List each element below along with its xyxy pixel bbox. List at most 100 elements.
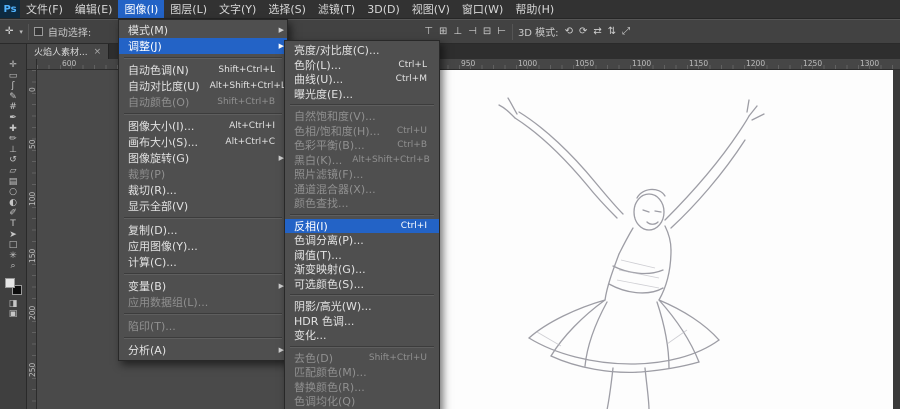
menu-item-trim[interactable]: 裁切(R)... [119, 182, 287, 198]
menu-item-image-size[interactable]: 图像大小(I)... Alt+Ctrl+I [119, 118, 287, 134]
tool-history-brush[interactable]: ↺ [2, 155, 24, 166]
tool-crop[interactable]: # [2, 102, 24, 113]
menu-item-photo-filter: 照片滤镜(F)... [285, 167, 439, 182]
close-icon[interactable]: × [94, 47, 102, 57]
align-right-edges-icon[interactable]: ⊢ [496, 26, 507, 38]
menu-item-invert[interactable]: 反相(I) Ctrl+I [285, 218, 439, 233]
color-swatches[interactable] [4, 277, 22, 295]
menu-item-match-color: 匹配颜色(M)... [285, 365, 439, 380]
tool-quick-selection[interactable]: ✎ [2, 92, 24, 103]
menu-item-hdr-toning[interactable]: HDR 色调... [285, 314, 439, 329]
menu-item-levels[interactable]: 色阶(L)... Ctrl+L [285, 58, 439, 73]
ruler-corner [27, 59, 37, 70]
document-canvas[interactable] [387, 70, 893, 409]
tool-screen-mode[interactable]: ▣ [2, 309, 24, 320]
menu-item-image-rotation[interactable]: 图像旋转(G) ▶ [119, 150, 287, 166]
tool-rectangular-marquee[interactable]: ▭ [2, 71, 24, 82]
menu-item-color-balance: 色彩平衡(B)... Ctrl+B [285, 138, 439, 153]
menu-item-label: 曝光度(E)... [294, 87, 354, 101]
tool-gradient[interactable]: ▤ [2, 177, 24, 188]
tool-hand[interactable]: ✳ [2, 251, 24, 262]
ruler-label: 1250 [803, 59, 823, 68]
tool-move[interactable]: ✛ [2, 60, 24, 71]
menu-item-variables[interactable]: 变量(B) ▶ [119, 278, 287, 294]
align-left-edges-icon[interactable]: ⊣ [467, 26, 478, 38]
menu-item-label: 计算(C)... [128, 256, 177, 269]
menubar-item-file[interactable]: 文件(F) [20, 0, 69, 18]
tool-pen[interactable]: ✐ [2, 208, 24, 219]
menu-item-auto-tone[interactable]: 自动色调(N) Shift+Ctrl+L [119, 62, 287, 78]
document-tab[interactable]: 火焰人素材... × [27, 44, 110, 59]
align-vertical-centers-icon[interactable]: ⊞ [438, 26, 448, 38]
menubar-item-layer[interactable]: 图层(L) [164, 0, 213, 18]
menu-item-curves[interactable]: 曲线(U)... Ctrl+M [285, 72, 439, 87]
menubar: Ps 文件(F) 编辑(E) 图像(I) 图层(L) 文字(Y) 选择(S) 滤镜(T) 3D… [0, 0, 900, 19]
menubar-item-help[interactable]: 帮助(H) [509, 0, 560, 18]
menu-item-selective-color[interactable]: 可选颜色(S)... [285, 277, 439, 292]
tool-zoom[interactable]: ⌕ [2, 261, 24, 272]
menu-item-analysis[interactable]: 分析(A) ▶ [119, 342, 287, 358]
menu-item-shortcut: Ctrl+B [397, 140, 427, 151]
tool-blur[interactable]: ○ [2, 187, 24, 198]
menubar-item-edit[interactable]: 编辑(E) [69, 0, 119, 18]
auto-select-checkbox[interactable] [33, 27, 43, 36]
menu-item-auto-contrast[interactable]: 自动对比度(U) Alt+Shift+Ctrl+L [119, 78, 287, 94]
image-menu: 模式(M) ▶ 调整(J) ▶ 自动色调(N) Shift+Ctrl+L 自动对比度(U) A… [118, 19, 288, 361]
menu-item-exposure[interactable]: 曝光度(E)... [285, 87, 439, 102]
scale-3d-icon[interactable]: ⤢ [621, 26, 631, 38]
drag-3d-icon[interactable]: ⇄ [592, 26, 602, 38]
tool-rectangle-shape[interactable]: □ [2, 240, 24, 251]
menu-item-label: 自动对比度(U) [128, 80, 200, 93]
submenu-arrow-icon: ▶ [278, 282, 284, 290]
foreground-color-swatch[interactable] [4, 277, 15, 288]
tool-brush[interactable]: ✏ [2, 134, 24, 145]
tool-spot-healing-brush[interactable]: ✚ [2, 124, 24, 135]
tool-preset-icon[interactable]: ✛ [4, 26, 14, 38]
menu-item-gradient-map[interactable]: 渐变映射(G)... [285, 262, 439, 277]
tool-horizontal-type[interactable]: T [2, 219, 24, 230]
menubar-item-view[interactable]: 视图(V) [406, 0, 456, 18]
menu-separator [290, 104, 434, 106]
menu-item-adjustments[interactable]: 调整(J) ▶ [119, 38, 287, 54]
tool-path-selection[interactable]: ➤ [2, 230, 24, 241]
slide-3d-icon[interactable]: ⇅ [607, 26, 617, 38]
menu-item-shortcut: Alt+Shift+Ctrl+B [352, 154, 430, 165]
rotate-3d-icon[interactable]: ⟲ [564, 26, 574, 38]
tool-preset-dropdown-icon[interactable]: ▾ [19, 28, 23, 36]
menu-item-canvas-size[interactable]: 画布大小(S)... Alt+Ctrl+C [119, 134, 287, 150]
ruler-label: 950 [461, 59, 476, 68]
tool-eyedropper[interactable]: ✒ [2, 113, 24, 124]
tool-dodge[interactable]: ◐ [2, 198, 24, 209]
tool-quick-mask[interactable]: ◨ [2, 299, 24, 310]
align-horizontal-centers-icon[interactable]: ⊟ [482, 26, 492, 38]
menu-item-apply-image[interactable]: 应用图像(Y)... [119, 238, 287, 254]
vertical-ruler[interactable]: 0 50 100 150 200 250 [27, 70, 37, 409]
menu-item-threshold[interactable]: 阈值(T)... [285, 248, 439, 263]
menubar-item-3d[interactable]: 3D(D) [361, 0, 406, 18]
tool-eraser[interactable]: ▱ [2, 166, 24, 177]
menu-item-mode[interactable]: 模式(M) ▶ [119, 22, 287, 38]
menubar-item-select[interactable]: 选择(S) [262, 0, 312, 18]
menu-item-posterize[interactable]: 色调分离(P)... [285, 233, 439, 248]
align-top-edges-icon[interactable]: ⊤ [423, 26, 434, 38]
menubar-item-filter[interactable]: 滤镜(T) [312, 0, 361, 18]
menubar-item-window[interactable]: 窗口(W) [456, 0, 509, 18]
tool-clone-stamp[interactable]: ⊥ [2, 145, 24, 156]
menu-item-label: 应用图像(Y)... [128, 240, 198, 253]
menu-item-brightness-contrast[interactable]: 亮度/对比度(C)... [285, 43, 439, 58]
menu-separator [290, 294, 434, 296]
tool-lasso[interactable]: ʃ [2, 81, 24, 92]
menu-item-label: 色调均化(Q) [294, 395, 356, 409]
menu-item-variations[interactable]: 变化... [285, 328, 439, 343]
roll-3d-icon[interactable]: ⟳ [578, 26, 588, 38]
image-menu-items: 模式(M) ▶ 调整(J) ▶ 自动色调(N) Shift+Ctrl+L 自动对比度(U) A… [119, 22, 287, 358]
photoshop-window: Ps 文件(F) 编辑(E) 图像(I) 图层(L) 文字(Y) 选择(S) 滤镜(T) 3D… [0, 0, 900, 409]
menubar-item-type[interactable]: 文字(Y) [213, 0, 262, 18]
menu-item-calculations[interactable]: 计算(C)... [119, 254, 287, 270]
menu-item-duplicate[interactable]: 复制(D)... [119, 222, 287, 238]
align-bottom-edges-icon[interactable]: ⊥ [452, 26, 463, 38]
menu-item-reveal-all[interactable]: 显示全部(V) [119, 198, 287, 214]
auto-select-label: 自动选择: [47, 28, 92, 39]
menubar-item-image[interactable]: 图像(I) [118, 0, 165, 18]
menu-item-shadows-highlights[interactable]: 阴影/高光(W)... [285, 299, 439, 314]
